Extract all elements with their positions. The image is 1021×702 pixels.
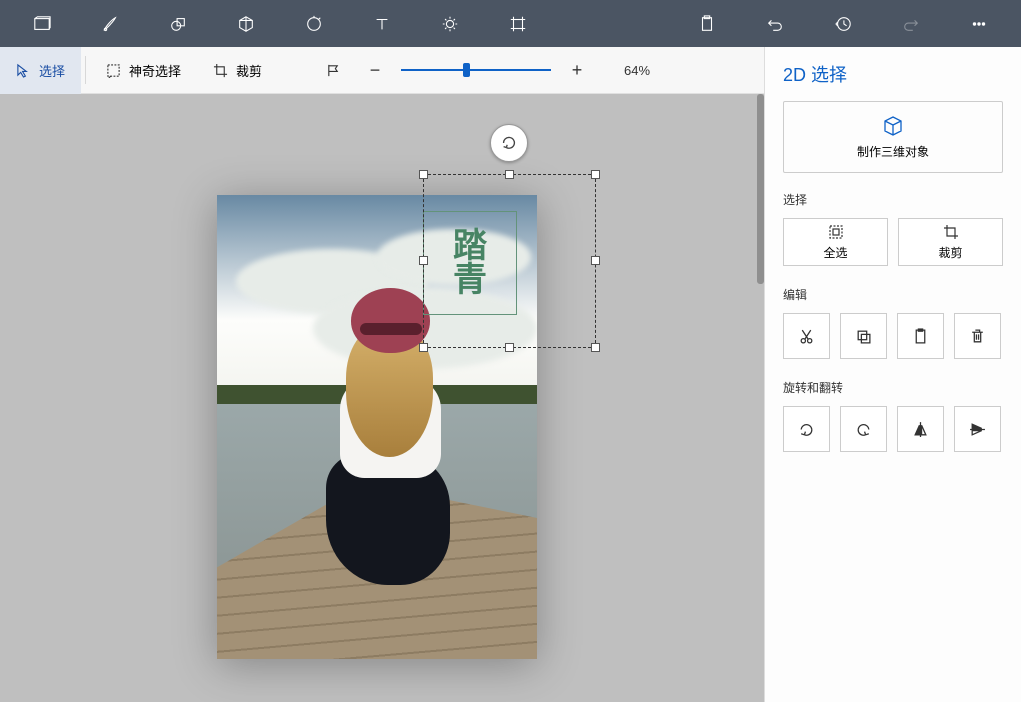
magic-select-label: 神奇选择	[129, 61, 181, 80]
section-rotate-label: 旋转和翻转	[783, 379, 1003, 396]
text-tool[interactable]	[348, 0, 416, 47]
handle-s[interactable]	[505, 343, 514, 352]
crop-tool[interactable]: 裁剪	[197, 47, 278, 94]
undo-button[interactable]	[741, 0, 809, 47]
redo-button[interactable]	[877, 0, 945, 47]
zoom-slider[interactable]	[401, 69, 551, 71]
effects-tool[interactable]	[416, 0, 484, 47]
section-edit-label: 编辑	[783, 286, 1003, 303]
brush-tool[interactable]	[76, 0, 144, 47]
paste-button[interactable]	[673, 0, 741, 47]
panel-crop-label: 裁剪	[938, 244, 962, 261]
make-3d-button[interactable]: 制作三维对象	[783, 101, 1003, 173]
crop-label: 裁剪	[236, 61, 262, 80]
handle-nw[interactable]	[419, 170, 428, 179]
zoom-controls: − +	[318, 47, 593, 94]
more-button[interactable]	[945, 0, 1013, 47]
right-panel: 2D 选择 制作三维对象 选择 全选 裁剪 编辑 旋转和翻转	[764, 47, 1021, 702]
cut-button[interactable]	[783, 313, 830, 359]
stickers-tool[interactable]	[280, 0, 348, 47]
delete-button[interactable]	[954, 313, 1001, 359]
make-3d-label: 制作三维对象	[857, 143, 929, 160]
flag-icon[interactable]	[318, 47, 349, 94]
handle-ne[interactable]	[591, 170, 600, 179]
panel-crop-button[interactable]: 裁剪	[898, 218, 1003, 266]
select-all-label: 全选	[823, 244, 847, 261]
top-ribbon	[0, 0, 1021, 47]
separator	[85, 56, 86, 84]
zoom-readout: 64%	[613, 63, 661, 78]
magic-select-tool[interactable]: 神奇选择	[90, 47, 197, 94]
handle-n[interactable]	[505, 170, 514, 179]
panel-paste-button[interactable]	[897, 313, 944, 359]
handle-e[interactable]	[591, 256, 600, 265]
canvas-workspace[interactable]: 踏 青	[0, 94, 764, 702]
zoom-slider-thumb[interactable]	[463, 63, 470, 77]
select-tool[interactable]: 选择	[0, 47, 81, 94]
copy-button[interactable]	[840, 313, 887, 359]
rotate-left-button[interactable]	[840, 406, 887, 452]
menu-button[interactable]	[8, 0, 76, 47]
select-all-button[interactable]: 全选	[783, 218, 888, 266]
vertical-scrollbar[interactable]	[757, 94, 764, 702]
selection-marquee[interactable]	[423, 174, 596, 348]
zoom-in-button[interactable]: +	[561, 54, 593, 86]
history-button[interactable]	[809, 0, 877, 47]
handle-se[interactable]	[591, 343, 600, 352]
rotate-handle[interactable]	[490, 124, 528, 162]
zoom-out-button[interactable]: −	[359, 54, 391, 86]
shapes3d-tool[interactable]	[212, 0, 280, 47]
handle-w[interactable]	[419, 256, 428, 265]
flip-horizontal-button[interactable]	[897, 406, 944, 452]
section-select-label: 选择	[783, 191, 1003, 208]
handle-sw[interactable]	[419, 343, 428, 352]
canvas-tool[interactable]	[484, 0, 552, 47]
rotate-right-button[interactable]	[783, 406, 830, 452]
scrollbar-thumb[interactable]	[757, 94, 764, 284]
select-label: 选择	[39, 61, 65, 80]
shapes2d-tool[interactable]	[144, 0, 212, 47]
panel-title: 2D 选择	[783, 61, 1003, 87]
flip-vertical-button[interactable]	[954, 406, 1001, 452]
